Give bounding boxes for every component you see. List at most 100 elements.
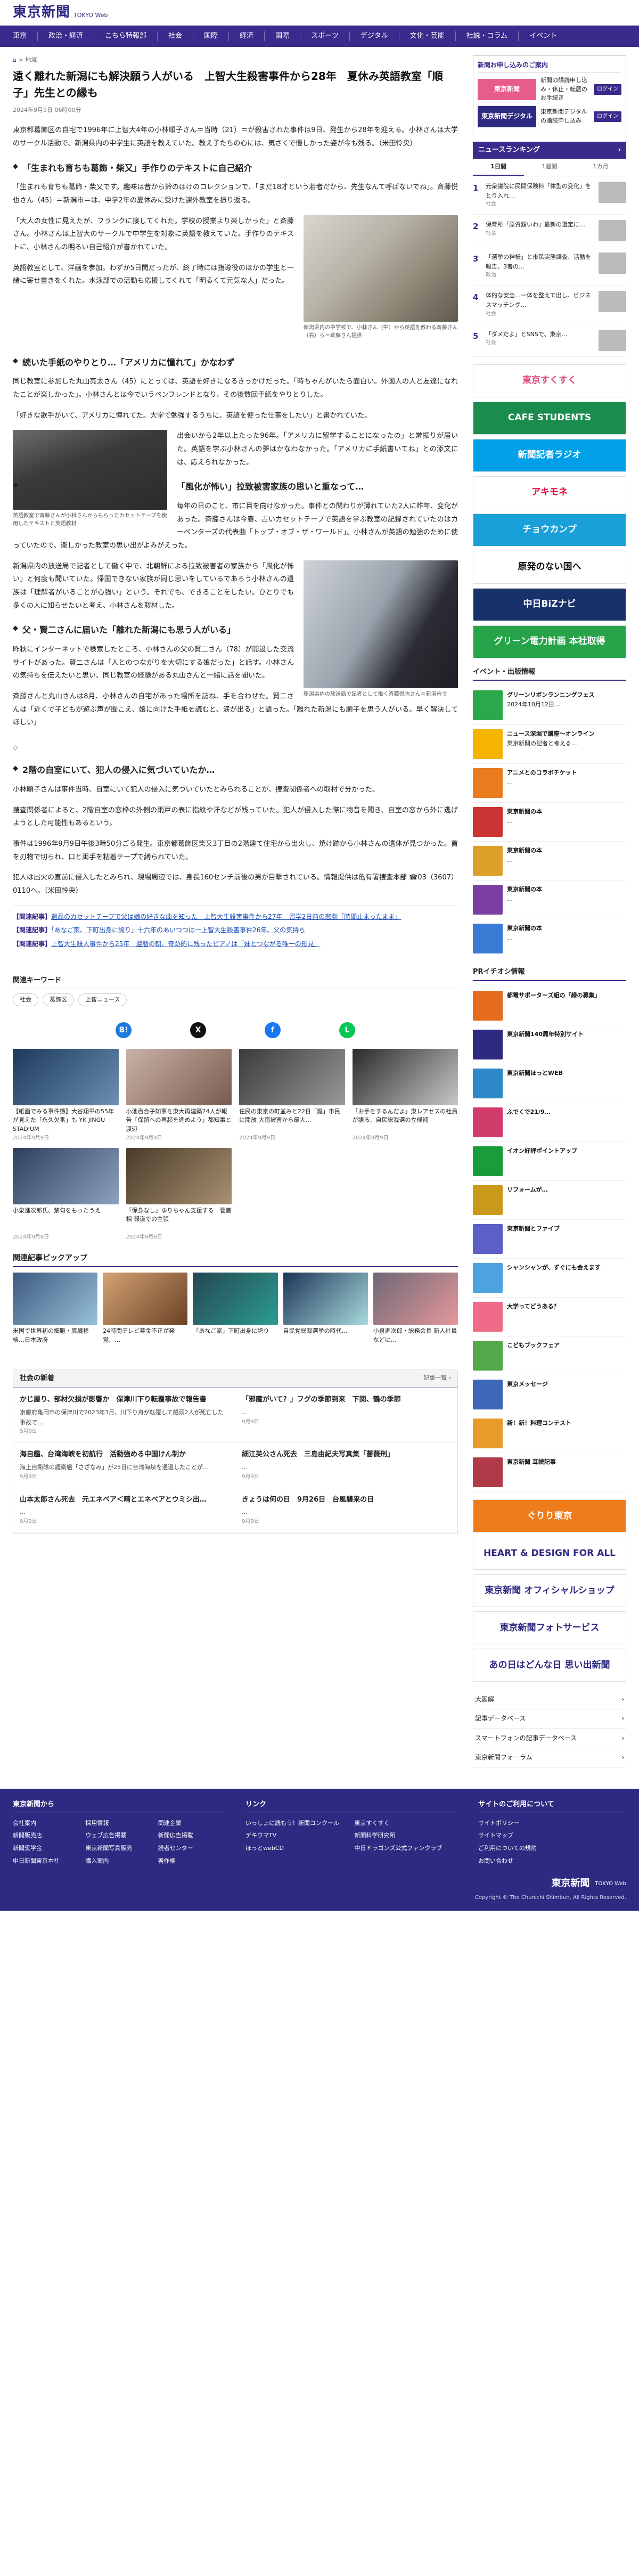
- event-item[interactable]: こどもブックフェア: [473, 1336, 626, 1376]
- login-button[interactable]: ログイン: [594, 111, 621, 122]
- footer-link[interactable]: デキウマTV: [245, 1831, 348, 1840]
- ad-banner[interactable]: あの日はどんな日 思い出新聞: [473, 1649, 626, 1682]
- footer-link[interactable]: 新聞科学研究所: [355, 1831, 457, 1840]
- photo-card[interactable]: 「保身なし」ゆりちゃん支援する 菅首相 報道での主張 2024年9月8日: [126, 1147, 232, 1242]
- event-item[interactable]: 東京新聞とファイブ: [473, 1220, 626, 1259]
- event-item[interactable]: ふでくで21/9…: [473, 1103, 626, 1143]
- news-item[interactable]: 海自艦、台湾海峡を初航行 活動強める中国けん制か 海上自衛隊の護衛艦「さざなみ」が…: [13, 1443, 235, 1488]
- nav-item[interactable]: 経済: [229, 31, 265, 41]
- sidebar-link[interactable]: 記事データベース ›: [473, 1709, 626, 1729]
- event-item[interactable]: 大学ってどうある？: [473, 1298, 626, 1337]
- sidebar-link[interactable]: スマートフォンの記事データベース ›: [473, 1729, 626, 1748]
- ad-banner[interactable]: 東京新聞フォトサービス: [473, 1611, 626, 1645]
- pick-card[interactable]: 「あなご家」下町出身に誇り: [193, 1273, 278, 1354]
- share-button[interactable]: X: [190, 1022, 206, 1038]
- event-item[interactable]: 東京新聞の本…: [473, 842, 626, 881]
- ranking-item[interactable]: 2 保育所「原資額いわ」最新の選定に… 社会: [473, 215, 626, 248]
- ranking-tab[interactable]: 1日間: [473, 159, 524, 176]
- home-icon[interactable]: ⌂: [13, 56, 17, 63]
- photo-card[interactable]: 住民の東京の町並みと22日「鍵」市民に開放 大雨被害から最大… 2024年9月9日: [239, 1048, 345, 1143]
- news-item[interactable]: 細江英公さん死去 三島由紀夫写真集「薔薇刑」 … 9月9日: [235, 1443, 457, 1488]
- share-button[interactable]: B!: [116, 1022, 132, 1038]
- footer-link[interactable]: ご利用についての規約: [478, 1844, 626, 1853]
- photo-card[interactable]: 小池百合子知事を東大再建築24人が報告「保留への再起を進めよう」都知事と渡辺 20…: [126, 1048, 232, 1143]
- footer-link[interactable]: ほっとwebCD: [245, 1844, 348, 1853]
- related-link[interactable]: 「あなご家、下町出身に誇り」十六年のあいつつは一上智大生殺害事件26年、父の気持…: [51, 926, 305, 934]
- footer-link[interactable]: 著作権: [158, 1856, 224, 1866]
- footer-link[interactable]: 読者センター: [158, 1844, 224, 1853]
- footer-link[interactable]: 中日ドラゴンズ公式ファンクラブ: [355, 1844, 457, 1853]
- ad-banner[interactable]: 新聞記者ラジオ: [473, 438, 626, 472]
- pick-card[interactable]: 自民党総裁選挙の時代…: [283, 1273, 368, 1354]
- nav-item[interactable]: スポーツ: [300, 31, 350, 41]
- textbook-photo[interactable]: [13, 430, 167, 510]
- students-photo[interactable]: [304, 215, 458, 322]
- footer-link[interactable]: お問い合わせ: [478, 1856, 626, 1866]
- ad-banner[interactable]: 中日BiZナビ: [473, 588, 626, 621]
- event-item[interactable]: 東京メッセージ: [473, 1375, 626, 1415]
- ad-banner[interactable]: 原発のない国へ: [473, 550, 626, 584]
- sidebar-link[interactable]: 東京新聞フォーラム ›: [473, 1748, 626, 1767]
- breadcrumb-category[interactable]: 地域: [25, 56, 37, 63]
- nav-item[interactable]: 政治・経済: [38, 31, 95, 41]
- event-item[interactable]: グリーンリボンランニングフェス 2024年10月12日…: [473, 686, 626, 725]
- event-item[interactable]: シャンシャンが、ずぐにも会えます: [473, 1259, 626, 1298]
- news-item[interactable]: きょうは何の日 9月26日 台風襲来の日 … 9月9日: [235, 1488, 457, 1534]
- ranking-tab[interactable]: 1週間: [524, 159, 575, 176]
- event-item[interactable]: リフォームが…: [473, 1181, 626, 1220]
- footer-link[interactable]: 新聞広告掲載: [158, 1831, 224, 1840]
- related-link[interactable]: 上智大生殺人事件から25年 還暦の朝、奇跡的に残ったピアノは「妹とつながる唯一の…: [51, 940, 321, 948]
- event-item[interactable]: ニュース深堀で講座〜オンライン 東京新聞の記者と考える…: [473, 725, 626, 764]
- ranking-item[interactable]: 1 元衆議院に民間保険料「体型の変化」をとり入れ… 社会: [473, 176, 626, 215]
- event-item[interactable]: 東京新聞ほっとWEB: [473, 1064, 626, 1104]
- footer-link[interactable]: ウェブ広告掲載: [85, 1831, 151, 1840]
- photo-card[interactable]: 「お手をするんだよ」東レアセスの社員が語る、自民総裁選の立候補 2024年9月9日: [352, 1048, 458, 1143]
- ad-banner[interactable]: チョウカンプ: [473, 513, 626, 547]
- event-item[interactable]: 東京新聞 耳読記事: [473, 1453, 626, 1493]
- ad-banner[interactable]: CAFE STUDENTS: [473, 401, 626, 435]
- footer-link[interactable]: 新聞販売店: [13, 1831, 79, 1840]
- ad-banner[interactable]: アキモネ: [473, 476, 626, 509]
- latest-news-more-link[interactable]: 記事一覧 ›: [423, 1373, 451, 1384]
- nav-item[interactable]: 社会: [158, 31, 194, 41]
- footer-link[interactable]: 関連企業: [158, 1819, 224, 1828]
- footer-logo[interactable]: 東京新聞: [551, 1876, 589, 1892]
- nav-item[interactable]: 国際: [265, 31, 301, 41]
- footer-link[interactable]: いっしょに読もう！新聞コンクール: [245, 1819, 348, 1828]
- nav-item[interactable]: イベント: [519, 31, 568, 41]
- ranking-tab[interactable]: 1カ月: [575, 159, 626, 176]
- news-item[interactable]: かじ屋り、部材欠損が影響か 保津川下り転覆事故で報告書 京都府亀岡市の保津川で20…: [13, 1388, 235, 1444]
- ranking-item[interactable]: 4 体的な安全…一体を整えて出し、ビジネスマッチング… 社会: [473, 286, 626, 324]
- event-item[interactable]: 東京新聞の本…: [473, 803, 626, 842]
- nav-item[interactable]: 文化・芸能: [399, 31, 456, 41]
- subscribe-logo[interactable]: 東京新聞: [478, 78, 536, 100]
- pick-card[interactable]: 24時間テレビ募金不正が発覚、…: [103, 1273, 188, 1354]
- news-item[interactable]: 山本太郎さん死去 元エネベア＜晴とエネべアとウミシ出… … 9月9日: [13, 1488, 235, 1534]
- nav-item[interactable]: 国際: [193, 31, 230, 41]
- photo-card[interactable]: 【紙面でみる事件簿】大谷翔平の55年が見えた「永久欠番」も YK JINGU S…: [13, 1048, 119, 1143]
- photo-card[interactable]: 小泉進次郎氏、禁句をもったうえ 2024年9月8日: [13, 1147, 119, 1242]
- footer-link[interactable]: 購入案内: [85, 1856, 151, 1866]
- keyword-chip[interactable]: 葛飾区: [43, 993, 74, 1006]
- ad-banner[interactable]: グリーン電力計画 本社取得: [473, 625, 626, 658]
- news-item[interactable]: 「邪魔がいて？」フグの季節到来 下関、鶴の季節 … 9月9日: [235, 1388, 457, 1444]
- subscribe-logo[interactable]: 東京新聞デジタル: [478, 105, 536, 127]
- event-item[interactable]: 東京新聞の本…: [473, 881, 626, 920]
- ad-banner[interactable]: ぐりり東京: [473, 1499, 626, 1533]
- login-button[interactable]: ログイン: [594, 84, 621, 95]
- ranking-item[interactable]: 5 「ダメだよ」とSNSで、東京… 社会: [473, 324, 626, 357]
- footer-link[interactable]: サイトポリシー: [478, 1819, 626, 1828]
- ranking-item[interactable]: 3 「選挙の神様」と市民実態調査、活動を報告、3者の… 政治: [473, 247, 626, 286]
- event-item[interactable]: イオン好評ポイントアップ: [473, 1142, 626, 1181]
- keyword-chip[interactable]: 上智ニュース: [78, 993, 127, 1006]
- footer-link[interactable]: 会社案内: [13, 1819, 79, 1828]
- sidebar-link[interactable]: 大図解 ›: [473, 1690, 626, 1710]
- event-item[interactable]: 東京新聞140周年特別サイト: [473, 1025, 626, 1065]
- footer-link[interactable]: 東京新聞写真販売: [85, 1844, 151, 1853]
- ad-banner[interactable]: 東京新聞 オフィシャルショップ: [473, 1574, 626, 1608]
- ad-banner[interactable]: HEART & DESIGN FOR ALL: [473, 1537, 626, 1570]
- nav-item[interactable]: 東京: [13, 31, 38, 41]
- event-item[interactable]: 都電サポーターズ組の「緑の募集」: [473, 987, 626, 1026]
- event-item[interactable]: 新！新！料理コンテスト: [473, 1414, 626, 1454]
- pick-card[interactable]: 小泉進次郎・総務会長 新人社員などに…: [373, 1273, 458, 1354]
